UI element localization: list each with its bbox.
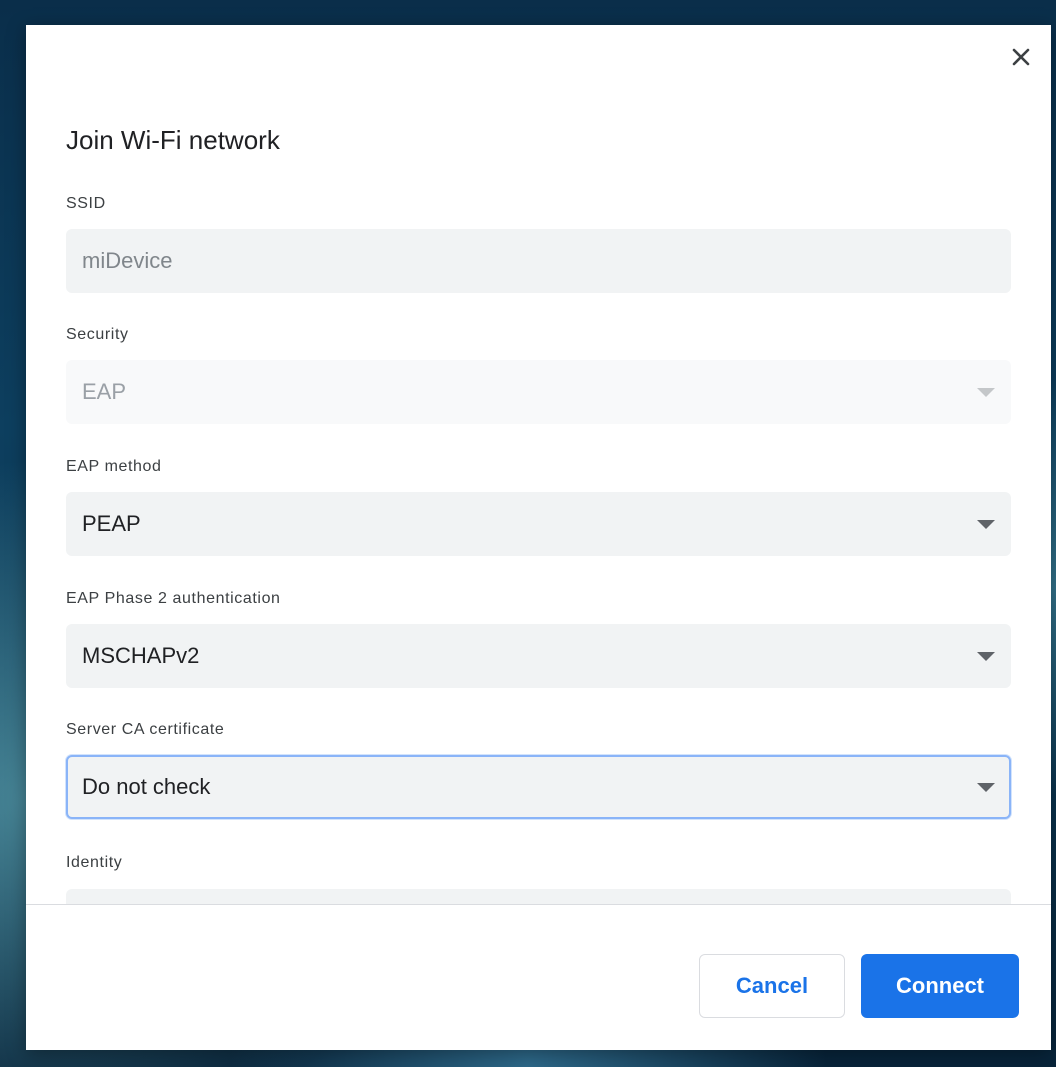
cancel-button[interactable]: Cancel [699, 954, 845, 1018]
server-ca-select[interactable]: Do not check [66, 755, 1011, 819]
join-wifi-dialog: Join Wi-Fi network SSID miDevice Securit… [26, 25, 1051, 1050]
close-icon [1012, 48, 1030, 66]
connect-button[interactable]: Connect [861, 954, 1019, 1018]
phase2-label: EAP Phase 2 authentication [66, 590, 281, 607]
identity-input[interactable] [66, 889, 1011, 905]
eap-method-value: PEAP [82, 511, 141, 536]
phase2-select[interactable]: MSCHAPv2 [66, 624, 1011, 688]
dialog-title: Join Wi-Fi network [66, 125, 280, 155]
security-select[interactable]: EAP [66, 360, 1011, 424]
eap-method-select[interactable]: PEAP [66, 492, 1011, 556]
phase2-value: MSCHAPv2 [82, 643, 200, 668]
security-value: EAP [82, 379, 127, 404]
ssid-input[interactable]: miDevice [66, 229, 1011, 293]
server-ca-value: Do not check [82, 774, 211, 799]
ssid-value: miDevice [82, 248, 173, 273]
chevron-down-icon [977, 652, 995, 661]
close-button[interactable] [1005, 41, 1037, 73]
chevron-down-icon [977, 783, 995, 792]
ssid-label: SSID [66, 195, 106, 212]
form-scroll-area[interactable]: SSID miDevice Security EAP EAP method PE… [26, 185, 1051, 905]
security-label: Security [66, 326, 129, 343]
chevron-down-icon [977, 388, 995, 397]
eap-method-label: EAP method [66, 458, 162, 475]
footer-divider [26, 904, 1051, 905]
identity-label: Identity [66, 854, 123, 871]
server-ca-label: Server CA certificate [66, 721, 225, 738]
chevron-down-icon [977, 520, 995, 529]
